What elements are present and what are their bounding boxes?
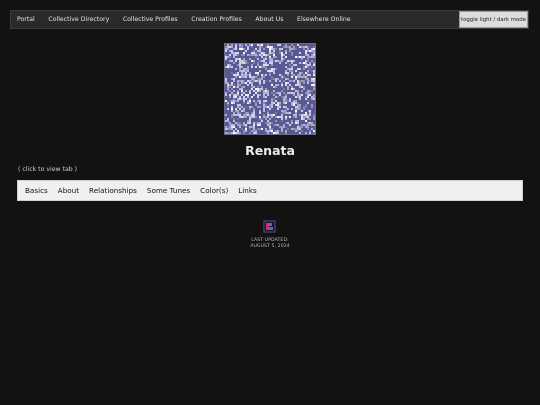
theme-toggle-button[interactable]: toggle light / dark mode bbox=[459, 11, 528, 28]
top-navbar: Portal Collective Directory Collective P… bbox=[10, 10, 529, 29]
nav-link-portal[interactable]: Portal bbox=[11, 10, 42, 29]
tab-some-tunes[interactable]: Some Tunes bbox=[142, 181, 195, 200]
last-updated-date: AUGUST 5, 2024 bbox=[250, 243, 290, 249]
nav-link-about-us[interactable]: About Us bbox=[249, 10, 291, 29]
profile-tabbar: Basics About Relationships Some Tunes Co… bbox=[17, 180, 523, 201]
tab-hint: ( click to view tab ) bbox=[18, 166, 78, 173]
nav-link-creation-profiles[interactable]: Creation Profiles bbox=[184, 10, 248, 29]
nav-link-collective-directory[interactable]: Collective Directory bbox=[42, 10, 116, 29]
static-noise-image bbox=[225, 44, 315, 134]
last-updated: LAST UPDATED: AUGUST 5, 2024 bbox=[0, 238, 540, 249]
tab-colors[interactable]: Color(s) bbox=[195, 181, 233, 200]
tab-basics[interactable]: Basics bbox=[20, 181, 53, 200]
tab-about[interactable]: About bbox=[53, 181, 84, 200]
pixel-badge-icon bbox=[263, 218, 276, 233]
profile-name: Renata bbox=[245, 143, 295, 158]
tab-links[interactable]: Links bbox=[233, 181, 261, 200]
nav-link-elsewhere-online[interactable]: Elsewhere Online bbox=[290, 10, 357, 29]
tab-relationships[interactable]: Relationships bbox=[84, 181, 142, 200]
nav-link-collective-profiles[interactable]: Collective Profiles bbox=[116, 10, 184, 29]
profile-avatar bbox=[224, 43, 316, 135]
